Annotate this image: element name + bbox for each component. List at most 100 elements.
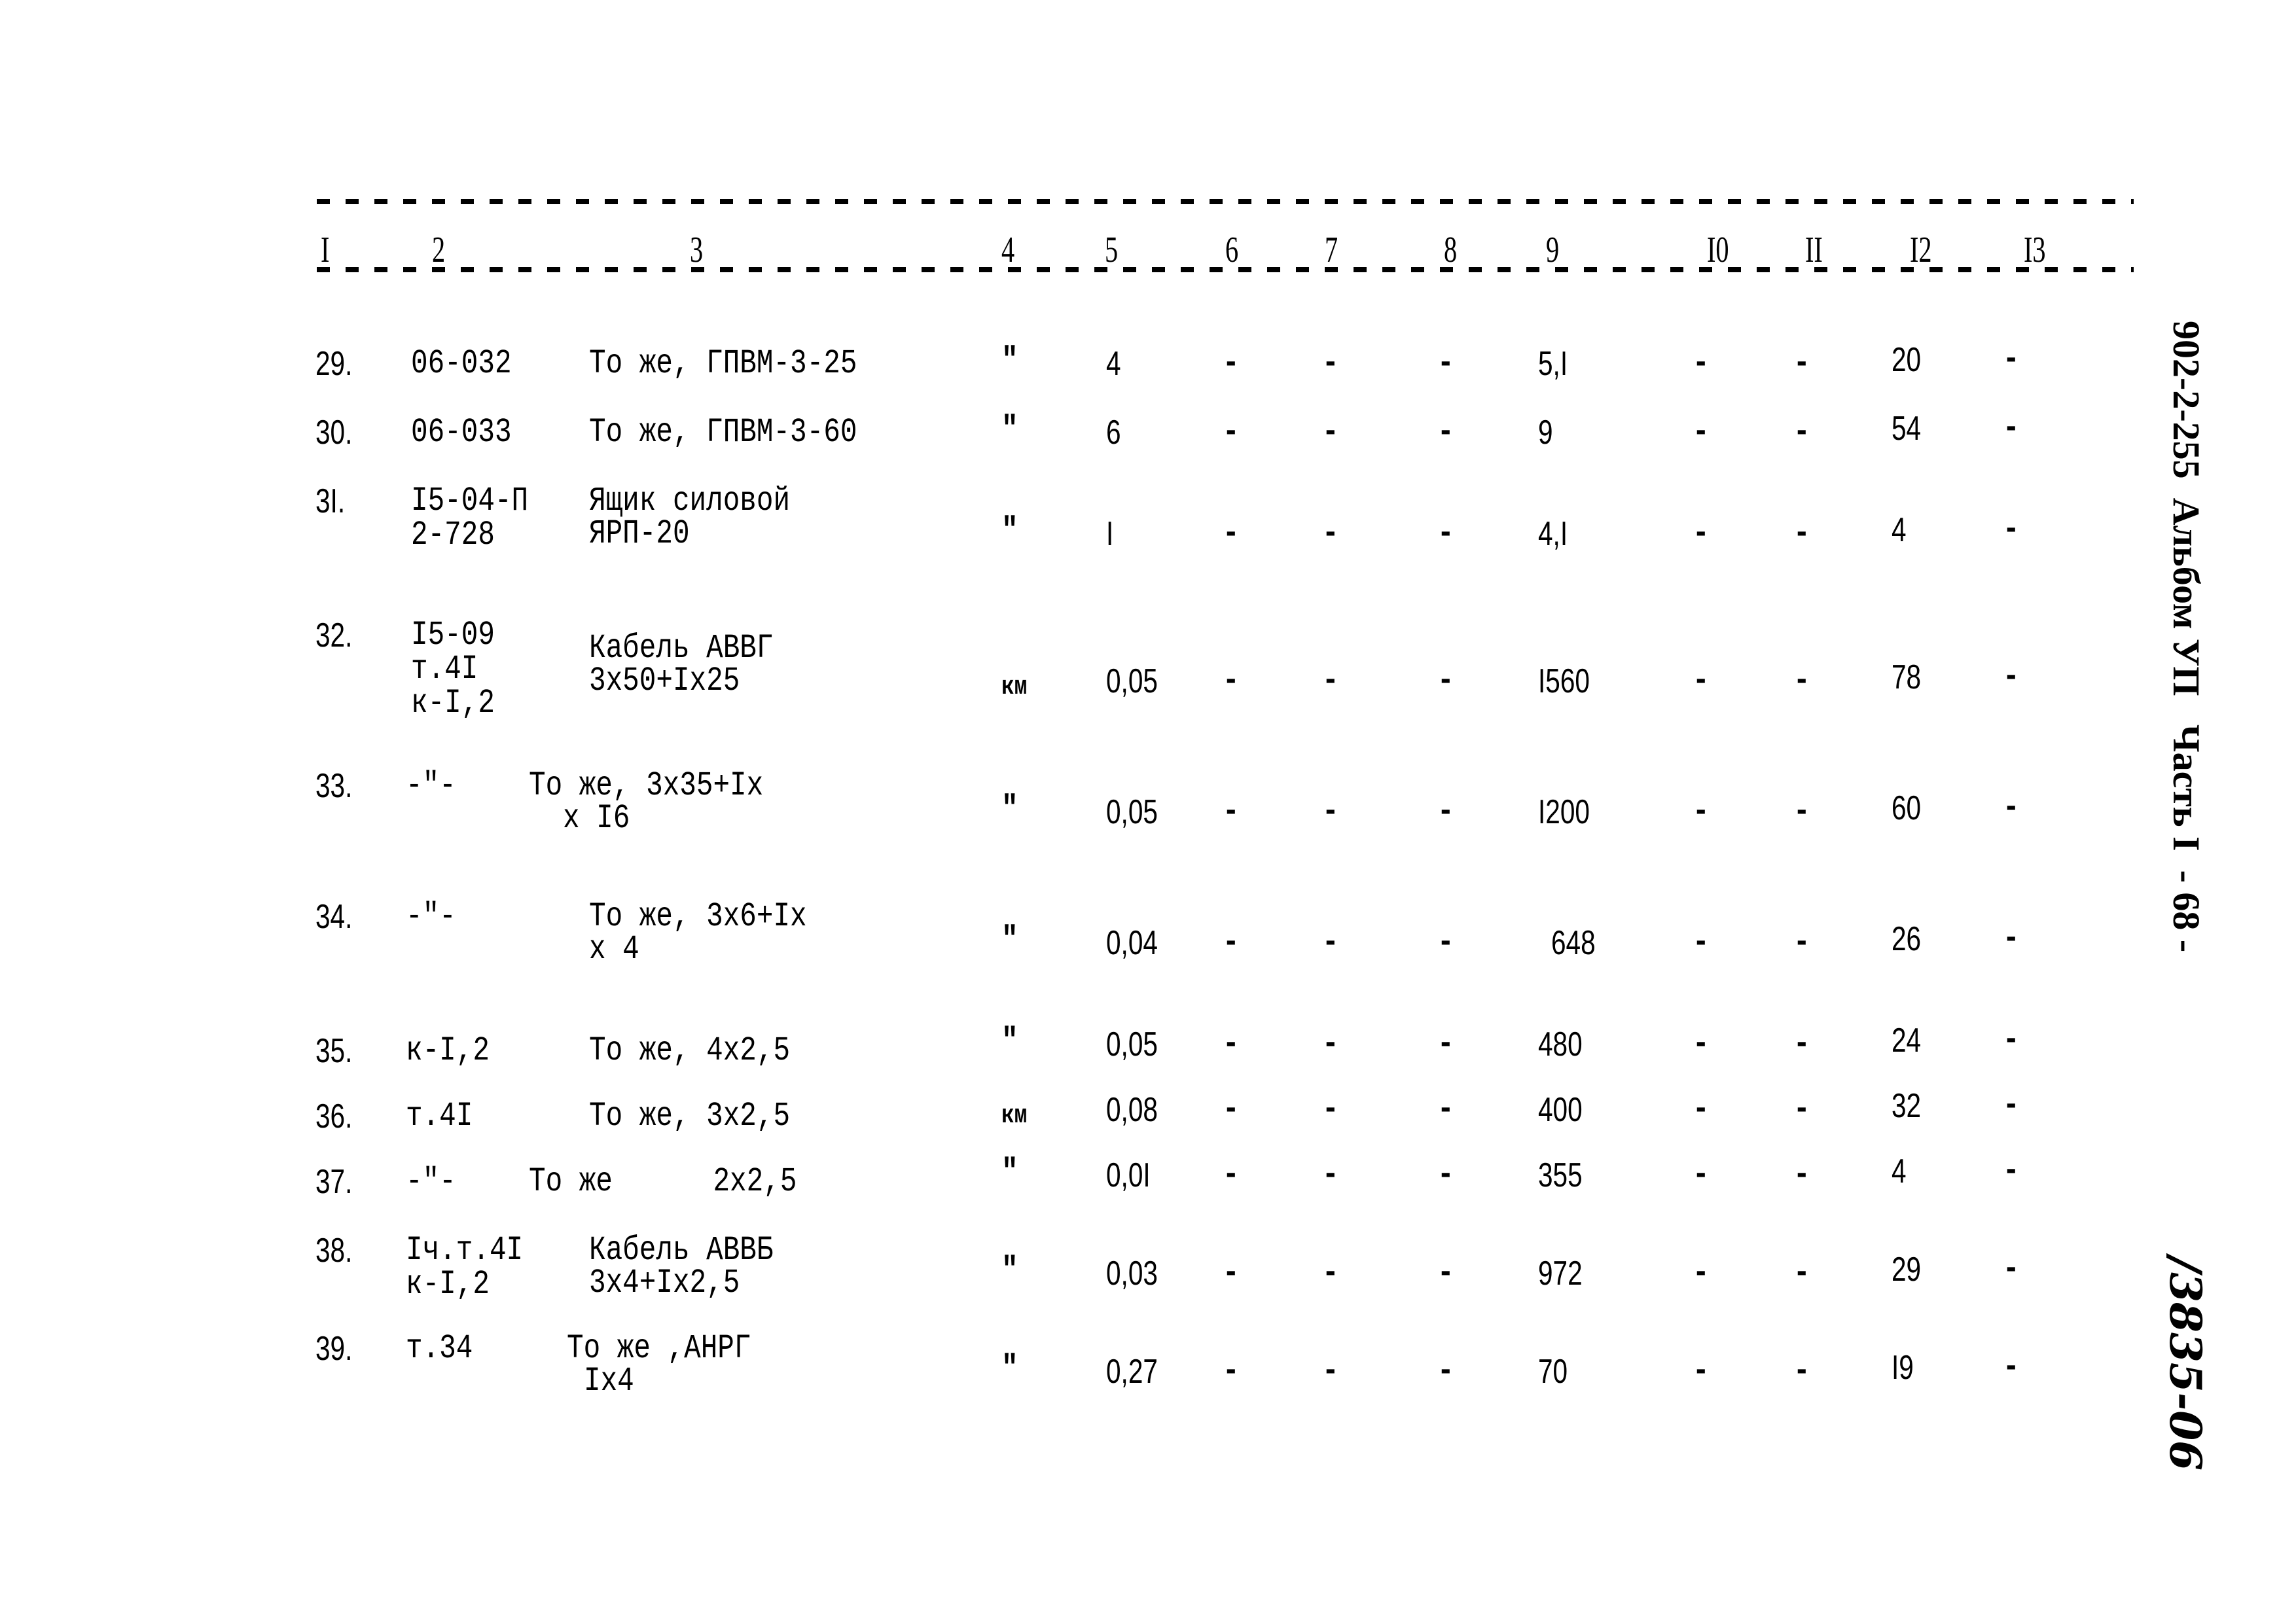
empty-value-dash: - (1223, 344, 1240, 383)
row-number: 30. (315, 414, 353, 452)
item-description: То же 2х2,5 (529, 1162, 797, 1201)
column-9-value: 480 (1538, 1026, 1583, 1063)
column-9-value: 400 (1538, 1091, 1583, 1129)
reference-code: 06-033 (411, 413, 512, 452)
empty-value-dash: - (1693, 514, 1710, 553)
item-description: То же, 3х35+Iх (529, 766, 764, 805)
item-description: То же, 4х2,5 (589, 1031, 791, 1070)
column-header-6: 6 (1225, 230, 1239, 270)
column-12-value: I9 (1892, 1349, 1914, 1387)
row-number: 3I. (315, 482, 346, 520)
unit-of-measure: " (1001, 1153, 1018, 1192)
column-9-value: I200 (1538, 793, 1590, 831)
empty-value-dash: - (1223, 413, 1240, 452)
quantity-value: 0,04 (1106, 924, 1158, 962)
empty-value-dash: - (1322, 1254, 1339, 1293)
unit-of-measure: " (1001, 1251, 1018, 1290)
unit-of-measure: " (1001, 1349, 1018, 1388)
empty-value-dash: - (2003, 919, 2020, 958)
column-9-value: 972 (1538, 1255, 1583, 1293)
quantity-value: 0,08 (1106, 1091, 1158, 1129)
reference-code: 06-032 (411, 344, 512, 383)
item-description: 3х50+Iх25 (589, 662, 740, 700)
reference-code: 2-728 (411, 516, 495, 554)
empty-value-dash: - (1437, 514, 1454, 553)
empty-value-dash: - (1793, 662, 1810, 700)
empty-value-dash: - (1223, 793, 1240, 831)
empty-value-dash: - (2003, 658, 2020, 696)
empty-value-dash: - (1322, 1156, 1339, 1194)
empty-value-dash: - (1322, 923, 1339, 962)
column-header-3: 3 (690, 230, 704, 270)
empty-value-dash: - (1322, 662, 1339, 700)
unit-of-measure: км (1001, 673, 1028, 702)
reference-code: -"- (406, 897, 456, 936)
empty-value-dash: - (1322, 1090, 1339, 1129)
row-number: 36. (315, 1097, 353, 1135)
empty-value-dash: - (1693, 344, 1710, 383)
empty-value-dash: - (2003, 510, 2020, 549)
row-number: 38. (315, 1232, 353, 1270)
empty-value-dash: - (1793, 793, 1810, 831)
empty-value-dash: - (2003, 340, 2020, 379)
column-12-value: 78 (1892, 658, 1922, 696)
column-9-value: 355 (1538, 1156, 1583, 1194)
unit-of-measure: " (1001, 790, 1018, 829)
row-number: 29. (315, 345, 353, 383)
empty-value-dash: - (2003, 1021, 2020, 1060)
quantity-value: 0,03 (1106, 1255, 1158, 1293)
empty-value-dash: - (1223, 923, 1240, 962)
empty-value-dash: - (1322, 344, 1339, 383)
column-12-value: 20 (1892, 341, 1922, 379)
reference-code: -"- (406, 766, 456, 805)
column-header-8: 8 (1444, 230, 1458, 270)
empty-value-dash: - (1322, 793, 1339, 831)
empty-value-dash: - (2003, 409, 2020, 448)
item-description: Кабель АВВБ (589, 1231, 774, 1270)
column-12-value: 4 (1892, 1152, 1907, 1190)
column-12-value: 60 (1892, 789, 1922, 827)
empty-value-dash: - (1322, 1025, 1339, 1063)
empty-value-dash: - (1437, 344, 1454, 383)
empty-value-dash: - (1223, 1090, 1240, 1129)
empty-value-dash: - (1322, 514, 1339, 553)
column-12-value: 29 (1892, 1251, 1922, 1289)
empty-value-dash: - (1693, 923, 1710, 962)
quantity-value: 0,05 (1106, 1026, 1158, 1063)
item-description: х 4 (589, 930, 639, 969)
column-header-4: 4 (1001, 230, 1015, 270)
column-9-value: I560 (1538, 662, 1590, 700)
item-description: То же, 3х2,5 (589, 1097, 791, 1135)
empty-value-dash: - (1437, 413, 1454, 452)
empty-value-dash: - (1693, 1025, 1710, 1063)
empty-value-dash: - (1793, 923, 1810, 962)
empty-value-dash: - (2003, 1250, 2020, 1289)
row-number: 37. (315, 1163, 353, 1201)
empty-value-dash: - (1437, 1090, 1454, 1129)
column-header-2: 2 (432, 230, 446, 270)
empty-value-dash: - (1793, 1090, 1810, 1129)
empty-value-dash: - (1223, 1254, 1240, 1293)
empty-value-dash: - (1437, 1352, 1454, 1391)
reference-code: т.4I (406, 1097, 473, 1135)
empty-value-dash: - (1437, 662, 1454, 700)
empty-value-dash: - (1437, 923, 1454, 962)
empty-value-dash: - (1693, 413, 1710, 452)
reference-code: т.34 (406, 1329, 473, 1368)
empty-value-dash: - (1437, 793, 1454, 831)
empty-value-dash: - (2003, 1348, 2020, 1387)
reference-code: Iч.т.4I (406, 1231, 524, 1270)
empty-value-dash: - (1223, 1352, 1240, 1391)
item-description: ЯРП-20 (589, 514, 690, 553)
reference-code: I5-04-П (411, 482, 529, 520)
column-12-value: 26 (1892, 920, 1922, 958)
reference-code: к-I,2 (406, 1265, 490, 1304)
empty-value-dash: - (1322, 1352, 1339, 1391)
column-header-12: I2 (1910, 230, 1932, 270)
side-stamp: 902-2-255 Альбом УП Часть I - 68 - (2165, 321, 2208, 953)
document-page: I 2 3 4 5 6 7 8 9 I0 II I2 I3 29. 06-032 Т… (0, 0, 2296, 1623)
column-12-value: 54 (1892, 410, 1922, 448)
column-9-value: 9 (1538, 414, 1553, 452)
empty-value-dash: - (1793, 413, 1810, 452)
row-number: 32. (315, 616, 353, 654)
